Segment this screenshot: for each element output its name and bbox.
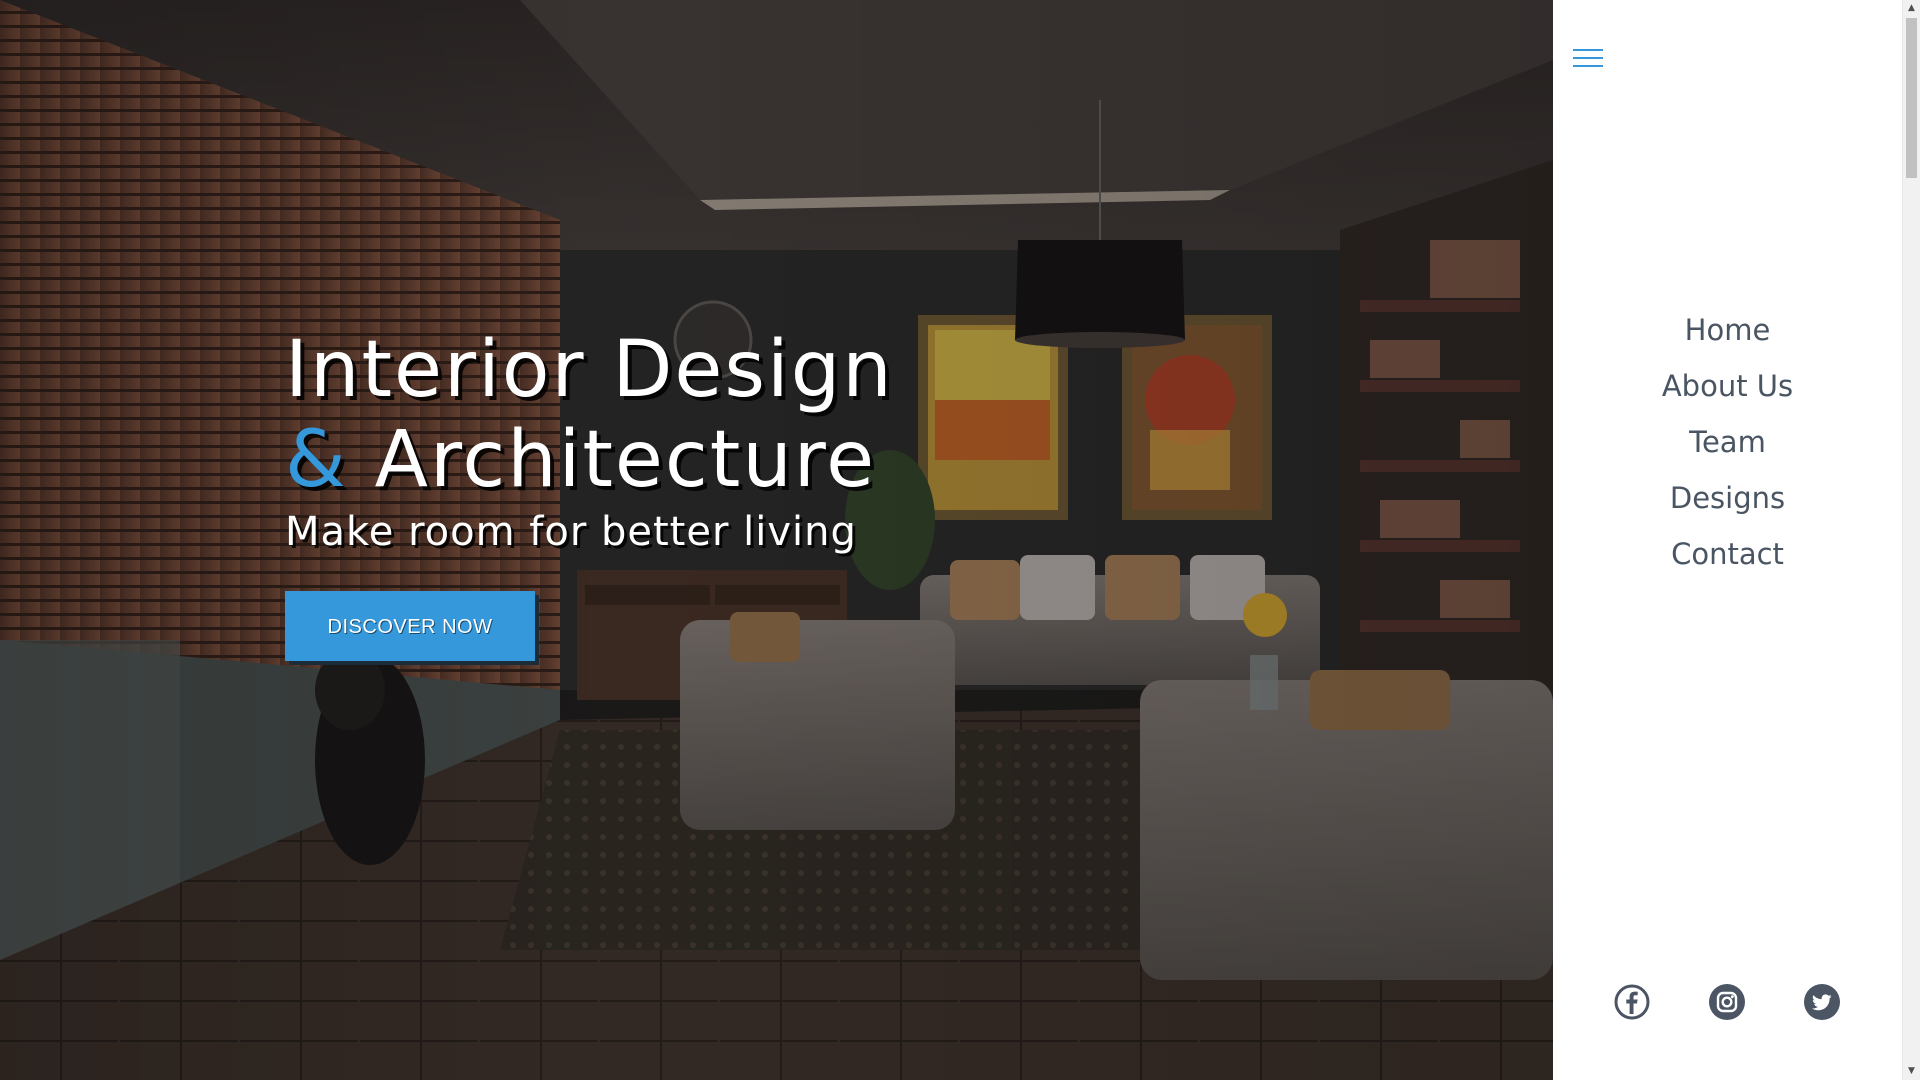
scroll-down-arrow-icon[interactable]: ▼ bbox=[1903, 1063, 1920, 1080]
hamburger-line bbox=[1573, 57, 1603, 59]
nav-link-home[interactable]: Home bbox=[1685, 313, 1771, 347]
page-scrollbar[interactable]: ▲ ▼ bbox=[1902, 0, 1920, 1080]
nav-item-designs: Designs bbox=[1553, 474, 1902, 530]
nav-link-contact[interactable]: Contact bbox=[1671, 537, 1784, 571]
nav-item-home: Home bbox=[1553, 306, 1902, 362]
hero-title-ampersand: & bbox=[285, 415, 348, 505]
page: Interior Design & Architecture Make room… bbox=[0, 0, 1920, 1080]
nav-link-designs[interactable]: Designs bbox=[1670, 481, 1785, 515]
hamburger-line bbox=[1573, 49, 1603, 51]
nav-link-about-us[interactable]: About Us bbox=[1662, 369, 1793, 403]
facebook-icon[interactable] bbox=[1614, 984, 1650, 1020]
nav-item-team: Team bbox=[1553, 418, 1902, 474]
hero-content: Interior Design & Architecture Make room… bbox=[285, 325, 894, 661]
hero-title-line1: Interior Design bbox=[285, 325, 894, 415]
side-menu-panel: Home About Us Team Designs Contact bbox=[1553, 0, 1902, 1080]
discover-now-button[interactable]: DISCOVER NOW bbox=[285, 591, 535, 661]
scrollbar-thumb[interactable] bbox=[1906, 18, 1917, 178]
nav-item-contact: Contact bbox=[1553, 530, 1902, 586]
instagram-icon[interactable] bbox=[1709, 984, 1745, 1020]
main-nav: Home About Us Team Designs Contact bbox=[1553, 306, 1902, 586]
social-links bbox=[1614, 984, 1840, 1020]
hamburger-icon[interactable] bbox=[1573, 49, 1605, 71]
nav-item-about-us: About Us bbox=[1553, 362, 1902, 418]
hamburger-line bbox=[1573, 65, 1603, 67]
twitter-icon[interactable] bbox=[1804, 984, 1840, 1020]
hero-section: Interior Design & Architecture Make room… bbox=[0, 0, 1553, 1080]
hero-subtitle: Make room for better living bbox=[285, 509, 857, 555]
scroll-up-arrow-icon[interactable]: ▲ bbox=[1903, 0, 1920, 17]
nav-link-team[interactable]: Team bbox=[1689, 425, 1766, 459]
hero-title-line2: Architecture bbox=[347, 415, 877, 505]
hero-title: Interior Design & Architecture bbox=[285, 325, 894, 505]
